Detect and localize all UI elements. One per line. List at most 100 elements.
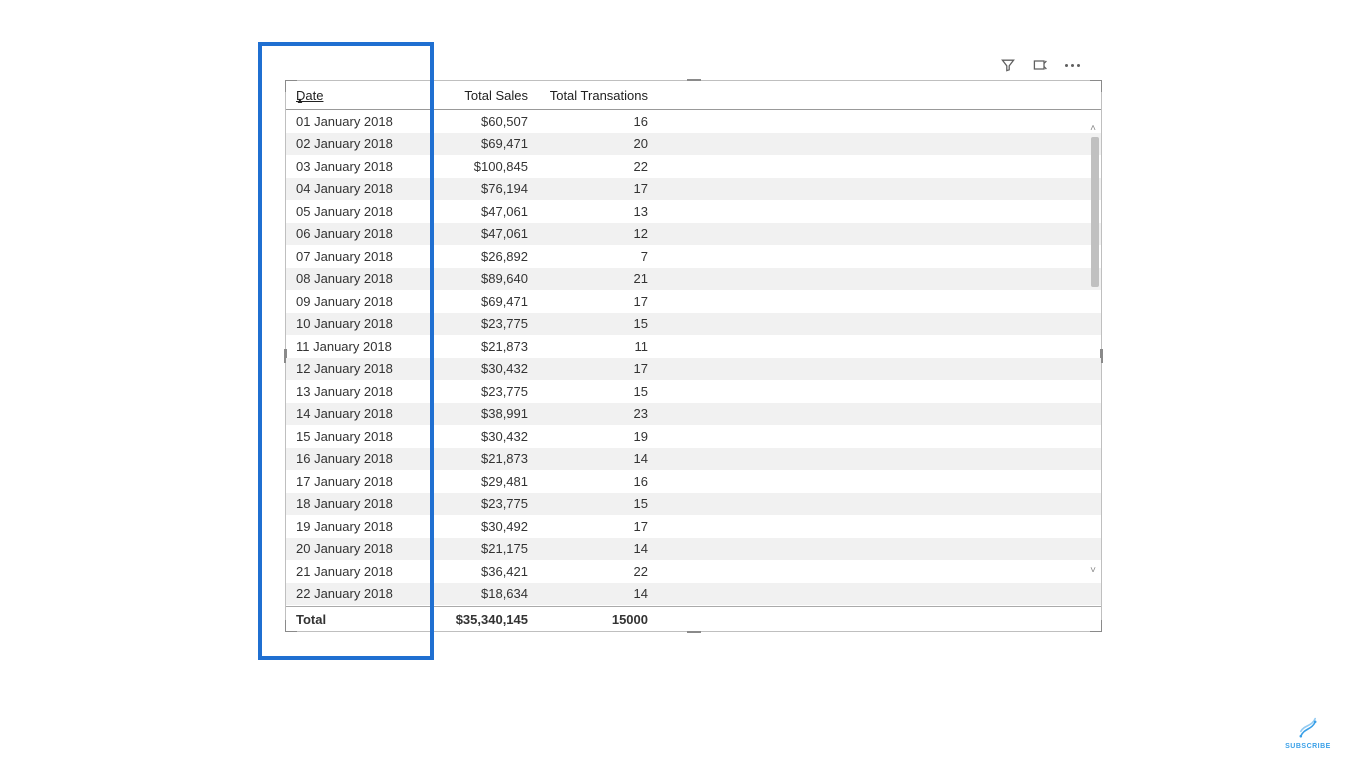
cell-sales: $18,634 xyxy=(436,586,536,601)
cell-trans: 14 xyxy=(536,541,656,556)
cell-sales: $23,775 xyxy=(436,496,536,511)
cell-date: 19 January 2018 xyxy=(296,519,436,534)
table-row[interactable]: 17 January 2018$29,48116 xyxy=(286,470,1101,493)
visual-action-bar xyxy=(999,54,1081,76)
column-header-date[interactable]: Date xyxy=(296,88,436,103)
cell-trans: 22 xyxy=(536,159,656,174)
cell-sales: $30,432 xyxy=(436,429,536,444)
cell-date: 02 January 2018 xyxy=(296,136,436,151)
cell-date: 08 January 2018 xyxy=(296,271,436,286)
cell-date: 04 January 2018 xyxy=(296,181,436,196)
cell-sales: $23,775 xyxy=(436,316,536,331)
cell-date: 06 January 2018 xyxy=(296,226,436,241)
cell-trans: 15 xyxy=(536,316,656,331)
table-row[interactable]: 21 January 2018$36,42122 xyxy=(286,560,1101,583)
cell-date: 10 January 2018 xyxy=(296,316,436,331)
cell-trans: 12 xyxy=(536,226,656,241)
table-row[interactable]: 04 January 2018$76,19417 xyxy=(286,178,1101,201)
table-row[interactable]: 10 January 2018$23,77515 xyxy=(286,313,1101,336)
cell-date: 17 January 2018 xyxy=(296,474,436,489)
cell-trans: 11 xyxy=(536,339,656,354)
table-row[interactable]: 01 January 2018$60,50716 xyxy=(286,110,1101,133)
cell-trans: 17 xyxy=(536,361,656,376)
cell-trans: 14 xyxy=(536,451,656,466)
table-row[interactable]: 22 January 2018$18,63414 xyxy=(286,583,1101,606)
subscribe-logo-icon xyxy=(1296,717,1320,741)
filter-icon[interactable] xyxy=(999,56,1017,74)
table-row[interactable]: 14 January 2018$38,99123 xyxy=(286,403,1101,426)
scroll-up-icon[interactable]: ˄ xyxy=(1087,123,1099,135)
table-row[interactable]: 06 January 2018$47,06112 xyxy=(286,223,1101,246)
focus-mode-icon[interactable] xyxy=(1031,56,1049,74)
cell-trans: 16 xyxy=(536,474,656,489)
table-row[interactable]: 02 January 2018$69,47120 xyxy=(286,133,1101,156)
subscribe-badge[interactable]: SUBSCRIBE xyxy=(1280,717,1336,750)
cell-sales: $21,175 xyxy=(436,541,536,556)
cell-trans: 16 xyxy=(536,114,656,129)
cell-sales: $47,061 xyxy=(436,204,536,219)
table-row[interactable]: 15 January 2018$30,43219 xyxy=(286,425,1101,448)
cell-sales: $30,432 xyxy=(436,361,536,376)
scroll-down-icon[interactable]: ˅ xyxy=(1087,565,1099,577)
table-row[interactable]: 19 January 2018$30,49217 xyxy=(286,515,1101,538)
cell-sales: $36,421 xyxy=(436,564,536,579)
column-header-sales[interactable]: Total Sales xyxy=(436,88,536,103)
cell-date: 05 January 2018 xyxy=(296,204,436,219)
cell-trans: 17 xyxy=(536,294,656,309)
cell-sales: $21,873 xyxy=(436,339,536,354)
cell-trans: 13 xyxy=(536,204,656,219)
cell-trans: 15 xyxy=(536,496,656,511)
total-label: Total xyxy=(296,612,436,627)
cell-trans: 19 xyxy=(536,429,656,444)
table-row[interactable]: 08 January 2018$89,64021 xyxy=(286,268,1101,291)
table-row[interactable]: 07 January 2018$26,8927 xyxy=(286,245,1101,268)
cell-date: 15 January 2018 xyxy=(296,429,436,444)
cell-sales: $89,640 xyxy=(436,271,536,286)
scrollbar-thumb[interactable] xyxy=(1091,137,1099,287)
cell-sales: $29,481 xyxy=(436,474,536,489)
cell-sales: $38,991 xyxy=(436,406,536,421)
cell-sales: $69,471 xyxy=(436,294,536,309)
cell-date: 20 January 2018 xyxy=(296,541,436,556)
cell-date: 16 January 2018 xyxy=(296,451,436,466)
cell-trans: 7 xyxy=(536,249,656,264)
cell-date: 11 January 2018 xyxy=(296,339,436,354)
table-row[interactable]: 11 January 2018$21,87311 xyxy=(286,335,1101,358)
table-header-row: Date Total Sales Total Transations xyxy=(286,81,1101,110)
cell-sales: $69,471 xyxy=(436,136,536,151)
cell-trans: 17 xyxy=(536,181,656,196)
table-row[interactable]: 05 January 2018$47,06113 xyxy=(286,200,1101,223)
table-row[interactable]: 18 January 2018$23,77515 xyxy=(286,493,1101,516)
column-header-trans[interactable]: Total Transations xyxy=(536,88,656,103)
cell-sales: $60,507 xyxy=(436,114,536,129)
cell-trans: 23 xyxy=(536,406,656,421)
table-visual-frame[interactable]: Date Total Sales Total Transations 01 Ja… xyxy=(285,80,1102,632)
table-row[interactable]: 09 January 2018$69,47117 xyxy=(286,290,1101,313)
cell-date: 21 January 2018 xyxy=(296,564,436,579)
cell-date: 14 January 2018 xyxy=(296,406,436,421)
cell-date: 18 January 2018 xyxy=(296,496,436,511)
subscribe-label: SUBSCRIBE xyxy=(1285,743,1331,750)
scrollbar-track[interactable]: ˄ ˅ xyxy=(1087,111,1099,605)
cell-sales: $21,873 xyxy=(436,451,536,466)
cell-date: 13 January 2018 xyxy=(296,384,436,399)
table-row[interactable]: 12 January 2018$30,43217 xyxy=(286,358,1101,381)
cell-sales: $76,194 xyxy=(436,181,536,196)
table-body: 01 January 2018$60,5071602 January 2018$… xyxy=(286,110,1101,606)
table-total-row: Total $35,340,145 15000 xyxy=(286,606,1101,631)
cell-trans: 15 xyxy=(536,384,656,399)
cell-sales: $100,845 xyxy=(436,159,536,174)
table-row[interactable]: 03 January 2018$100,84522 xyxy=(286,155,1101,178)
cell-trans: 17 xyxy=(536,519,656,534)
cell-date: 09 January 2018 xyxy=(296,294,436,309)
table-row[interactable]: 20 January 2018$21,17514 xyxy=(286,538,1101,561)
more-options-icon[interactable] xyxy=(1063,56,1081,74)
cell-date: 07 January 2018 xyxy=(296,249,436,264)
table-wrap: Date Total Sales Total Transations 01 Ja… xyxy=(286,81,1101,631)
cell-sales: $26,892 xyxy=(436,249,536,264)
table-row[interactable]: 16 January 2018$21,87314 xyxy=(286,448,1101,471)
table-row[interactable]: 13 January 2018$23,77515 xyxy=(286,380,1101,403)
cell-date: 01 January 2018 xyxy=(296,114,436,129)
cell-sales: $23,775 xyxy=(436,384,536,399)
cell-date: 03 January 2018 xyxy=(296,159,436,174)
